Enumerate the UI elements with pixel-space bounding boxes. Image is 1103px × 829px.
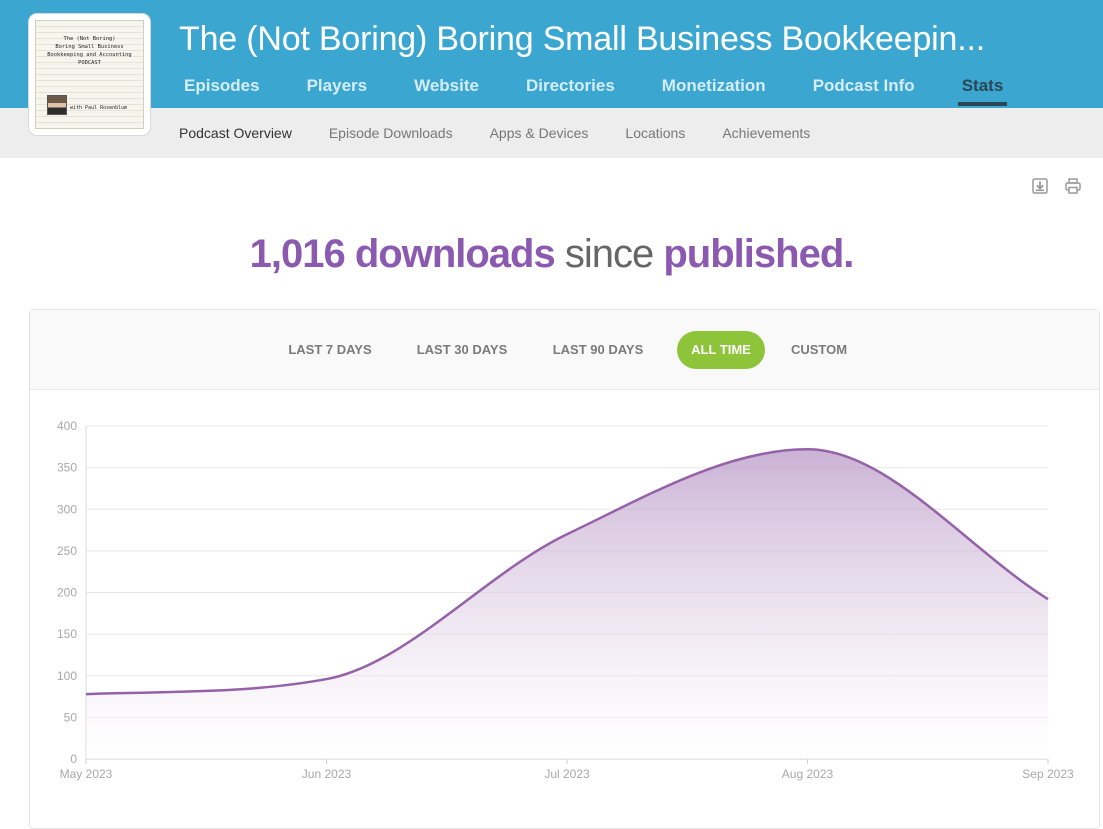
cover-line: The (Not Boring) [63,36,116,42]
tab-website[interactable]: Website [414,74,479,106]
stats-panel: LAST 7 DAYS LAST 30 DAYS LAST 90 DAYS AL… [29,309,1100,829]
cover-line: PODCAST [78,60,101,66]
date-range-selector: LAST 7 DAYS LAST 30 DAYS LAST 90 DAYS AL… [30,310,1099,390]
podcast-cover-art[interactable]: The (Not Boring) Boring Small Business B… [29,14,150,135]
headline-published: published. [663,232,854,276]
downloads-headline: 1,016 downloads since published. [0,232,1103,277]
range-last-7-days[interactable]: LAST 7 DAYS [276,331,384,369]
main-nav: Episodes Players Website Directories Mon… [184,74,1054,108]
host-photo [47,95,67,115]
subtab-locations[interactable]: Locations [625,125,685,141]
sub-nav: Podcast Overview Episode Downloads Apps … [0,108,1103,158]
range-custom[interactable]: CUSTOM [780,331,858,369]
subtab-podcast-overview[interactable]: Podcast Overview [179,125,292,141]
cover-paper: The (Not Boring) Boring Small Business B… [35,20,144,129]
podcast-title: The (Not Boring) Boring Small Business B… [179,20,985,58]
range-last-30-days[interactable]: LAST 30 DAYS [404,331,520,369]
range-all-time[interactable]: ALL TIME [677,331,765,369]
headline-since: since [564,232,654,276]
tab-episodes[interactable]: Episodes [184,74,260,106]
subtab-episode-downloads[interactable]: Episode Downloads [329,125,453,141]
tab-directories[interactable]: Directories [526,74,615,106]
cover-byline: with Paul Rosenblum [70,105,128,111]
cover-line: Boring Small Business [55,44,124,50]
print-icon[interactable] [1064,177,1082,195]
cover-line: Bookkeeping and Accounting [47,52,132,58]
subtab-achievements[interactable]: Achievements [722,125,810,141]
tab-podcast-info[interactable]: Podcast Info [813,74,915,106]
tab-players[interactable]: Players [307,74,368,106]
tab-monetization[interactable]: Monetization [662,74,766,106]
downloads-count: 1,016 downloads [249,232,556,276]
range-last-90-days[interactable]: LAST 90 DAYS [540,331,656,369]
download-icon[interactable] [1031,177,1049,195]
subtab-apps-devices[interactable]: Apps & Devices [490,125,589,141]
cover-title: The (Not Boring) Boring Small Business B… [36,35,143,67]
tab-stats[interactable]: Stats [957,74,1008,106]
